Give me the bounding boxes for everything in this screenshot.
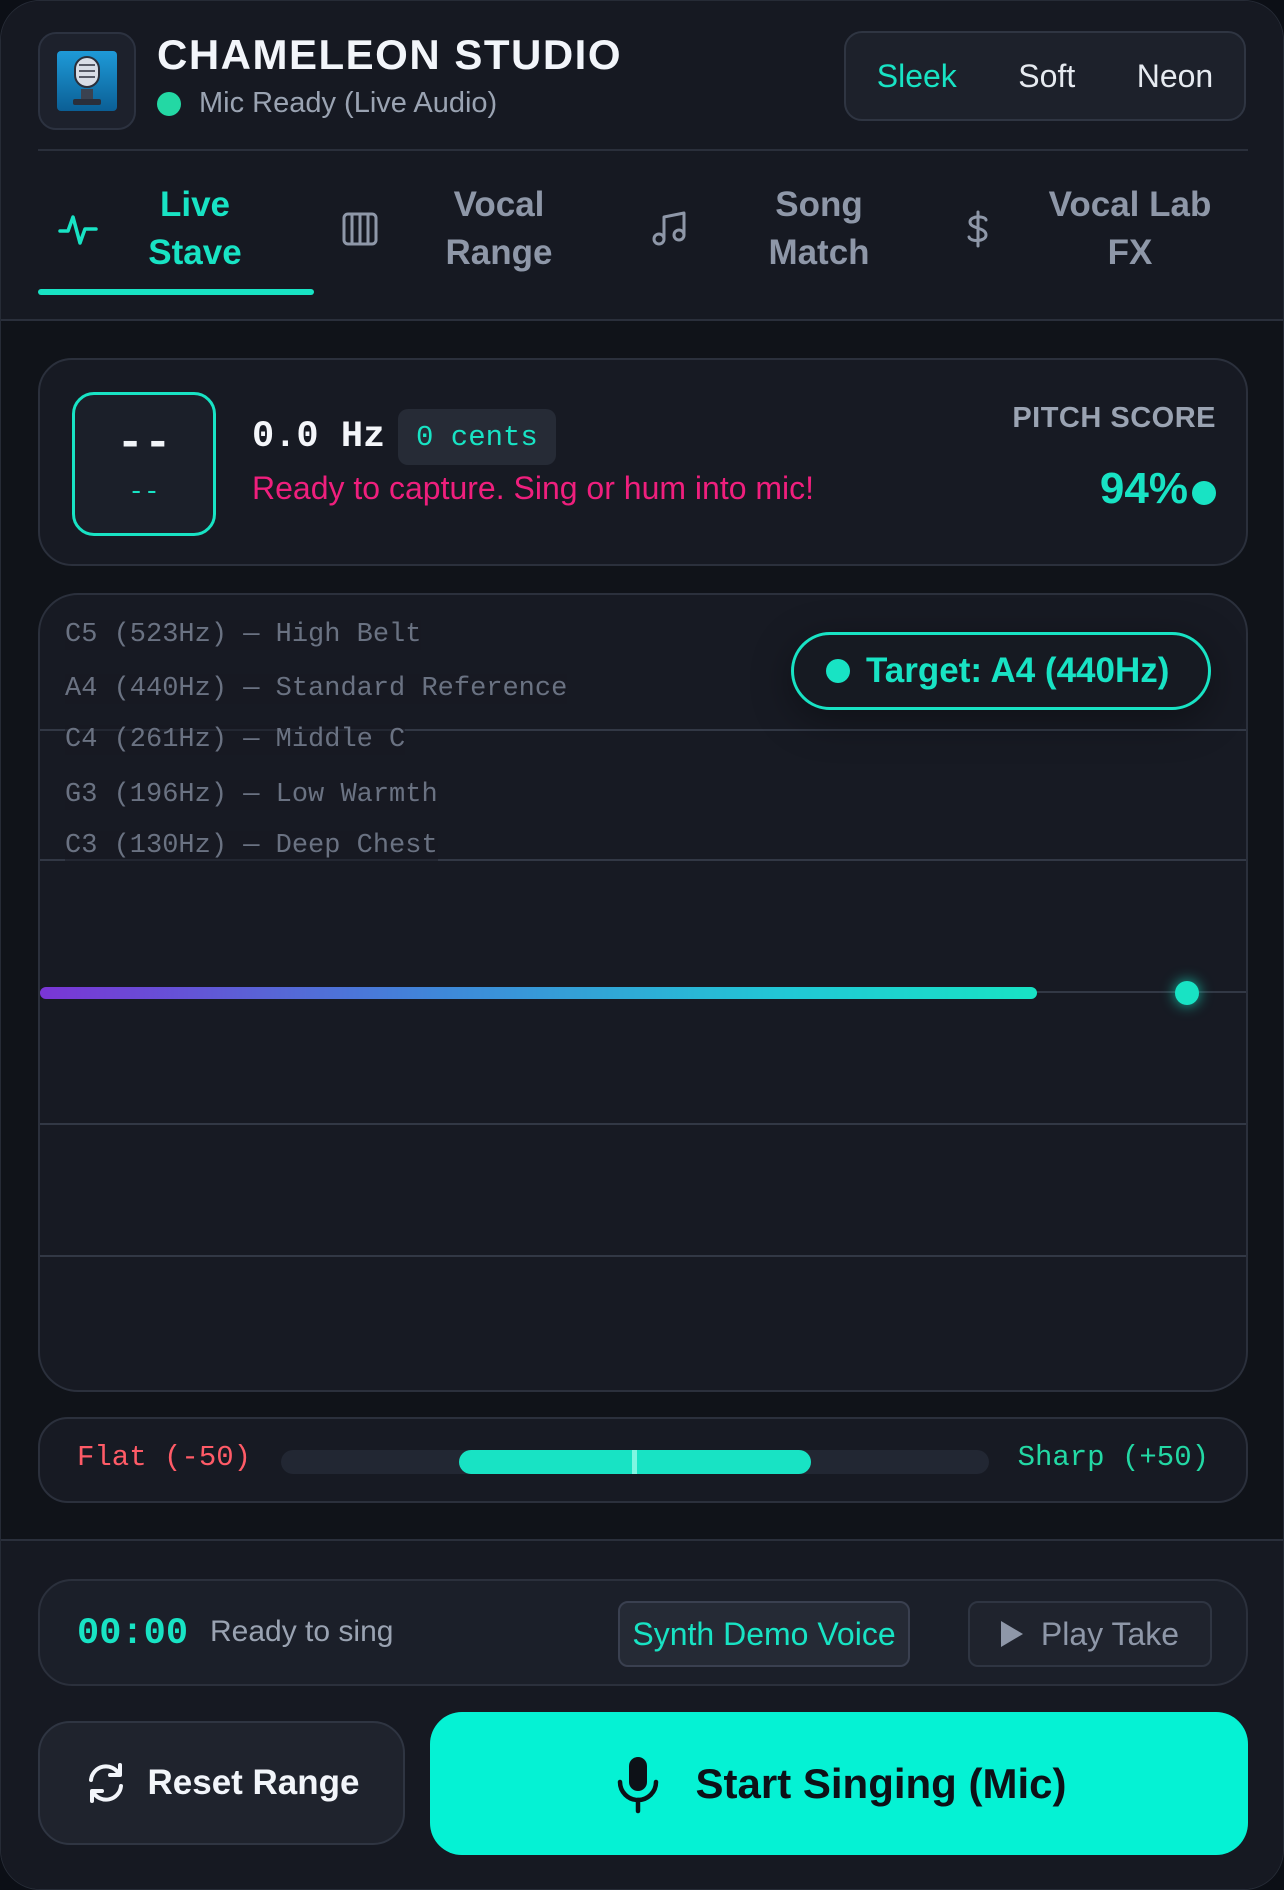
app-title: CHAMELEON STUDIO — [157, 31, 622, 78]
reset-range-button[interactable]: Reset Range — [38, 1721, 405, 1845]
theme-switcher: Sleek Soft Neon — [844, 31, 1246, 121]
refresh-icon — [89, 1763, 124, 1803]
stave-note-label: C5 (523Hz) — High Belt — [65, 620, 422, 650]
pitch-score-label: PITCH SCORE — [1012, 402, 1216, 434]
reset-range-label: Reset Range — [147, 1763, 360, 1802]
pitch-readout-card: -- -- 0.0 Hz 0 cents Ready to capture. S… — [38, 358, 1248, 566]
sharp-label: Sharp (+50) — [1017, 1441, 1209, 1474]
piano-keys-icon — [338, 207, 382, 251]
tab-vocal-range[interactable]: Vocal Range — [338, 161, 608, 296]
bottom-divider — [1, 1539, 1283, 1541]
active-tab-indicator — [38, 289, 314, 295]
theme-option-soft[interactable]: Soft — [1008, 58, 1085, 95]
tab-label: Live Stave — [148, 184, 242, 272]
flat-label: Flat (-50) — [77, 1441, 252, 1474]
theme-option-neon[interactable]: Neon — [1127, 58, 1224, 95]
status-dot — [157, 91, 181, 116]
header-bottom-border — [1, 319, 1283, 321]
tab-vocal-lab-fx[interactable]: Vocal Lab FX — [956, 161, 1248, 296]
detected-note-box: -- -- — [72, 392, 216, 536]
score-indicator-dot — [1192, 481, 1216, 505]
tab-label: Song Match — [768, 184, 870, 272]
tab-bar: Live Stave Vocal Range Song Match Vocal … — [38, 161, 1248, 296]
mic-status-text: Mic Ready (Live Audio) — [199, 87, 498, 119]
transport-bar: 00:00 Ready to sing Synth Demo Voice Pla… — [38, 1579, 1248, 1686]
play-take-button[interactable]: Play Take — [968, 1601, 1212, 1667]
header: CHAMELEON STUDIO Mic Ready (Live Audio) … — [1, 1, 1283, 321]
play-icon — [1000, 1621, 1023, 1647]
stave-line — [40, 1123, 1246, 1125]
stave-note-label: A4 (440Hz) — Standard Reference — [65, 674, 568, 704]
app-logo — [38, 32, 136, 130]
pitch-cursor — [1175, 981, 1199, 1005]
detected-note: -- — [116, 418, 172, 470]
microphone-icon — [617, 1756, 658, 1813]
stave-note-label: C3 (130Hz) — Deep Chest — [65, 831, 438, 861]
live-stave: C5 (523Hz) — High Belt A4 (440Hz) — Stan… — [38, 593, 1248, 1392]
start-singing-label: Start Singing (Mic) — [695, 1759, 1067, 1807]
start-singing-button[interactable]: Start Singing (Mic) — [430, 1712, 1248, 1855]
pulse-icon — [56, 207, 100, 251]
take-timer: 00:00 — [77, 1613, 189, 1655]
tab-label: Vocal Range — [445, 184, 553, 272]
stave-line — [40, 1255, 1246, 1257]
target-note-pill[interactable]: Target: A4 (440Hz) — [791, 632, 1211, 710]
tuning-center-marker — [632, 1450, 637, 1474]
frequency-readout: 0.0 Hz — [252, 416, 386, 458]
capture-message: Ready to capture. Sing or hum into mic! — [252, 470, 815, 506]
theme-option-sleek[interactable]: Sleek — [867, 58, 967, 95]
stave-note-label: G3 (196Hz) — Low Warmth — [65, 780, 438, 810]
music-note-icon — [648, 207, 692, 251]
synth-demo-voice-button[interactable]: Synth Demo Voice — [618, 1601, 910, 1667]
pitch-score-value: 94% — [1099, 464, 1188, 513]
mic-status: Mic Ready (Live Audio) — [157, 87, 497, 120]
app-frame: CHAMELEON STUDIO Mic Ready (Live Audio) … — [0, 0, 1284, 1890]
tab-label: Vocal Lab FX — [1048, 184, 1212, 272]
header-divider — [38, 149, 1248, 151]
tab-song-match[interactable]: Song Match — [648, 161, 928, 296]
tuning-track — [281, 1450, 989, 1474]
stave-note-label: C4 (261Hz) — Middle C — [65, 725, 406, 755]
transport-status: Ready to sing — [210, 1615, 394, 1648]
target-note-text: Target: A4 (440Hz) — [866, 651, 1170, 690]
microphone-icon — [73, 56, 101, 105]
detected-octave: -- — [128, 477, 160, 507]
dollar-icon — [956, 207, 1000, 251]
play-take-label: Play Take — [1040, 1615, 1180, 1652]
pitch-trace — [40, 987, 1037, 999]
tuning-meter: Flat (-50) Sharp (+50) — [38, 1417, 1248, 1503]
cents-badge: 0 cents — [398, 409, 556, 465]
target-dot — [826, 659, 850, 683]
tab-live-stave[interactable]: Live Stave — [56, 161, 296, 296]
